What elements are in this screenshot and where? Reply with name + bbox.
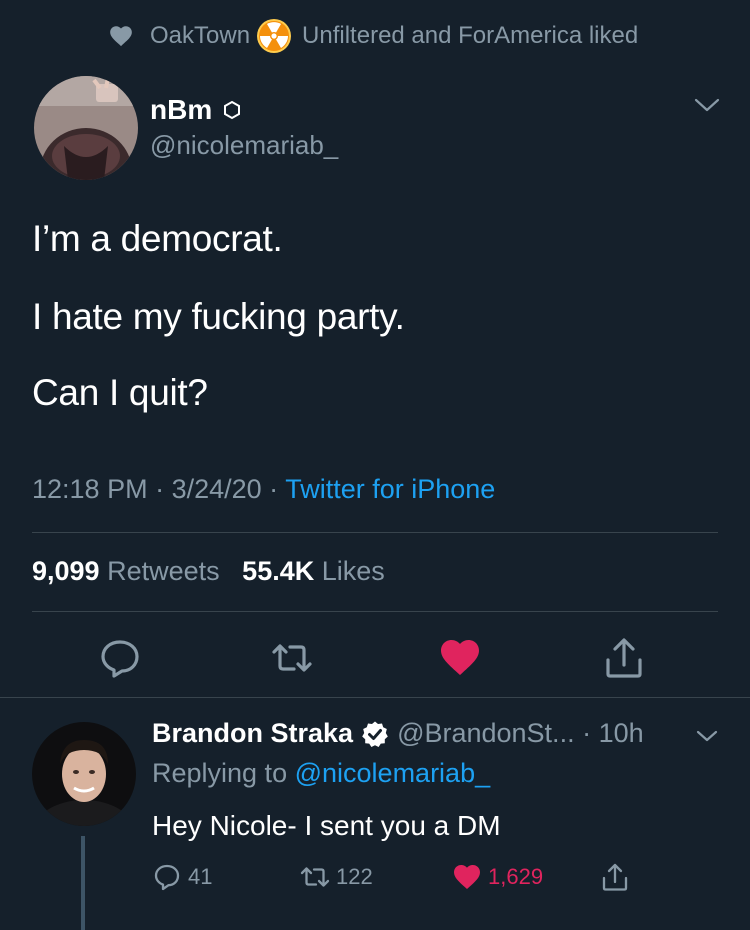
reply-retweet-button[interactable]: 122 bbox=[300, 862, 373, 892]
social-context: OakTown Unfiltered and ForAmerica liked bbox=[108, 18, 638, 54]
reply-text: Hey Nicole- I sent you a DM bbox=[152, 810, 501, 841]
reply-author-handle[interactable]: @BrandonSt... bbox=[397, 718, 575, 749]
radiation-hazard-icon bbox=[257, 19, 292, 53]
divider bbox=[32, 611, 718, 612]
tweet-author-handle[interactable]: @nicolemariab_ bbox=[150, 130, 338, 161]
retweets-stat[interactable]: 9,099 Retweets bbox=[32, 556, 220, 586]
tweet-source-link[interactable]: Twitter for iPhone bbox=[285, 474, 495, 504]
verified-badge-icon bbox=[362, 721, 388, 747]
chevron-down-icon[interactable] bbox=[692, 94, 722, 116]
retweet-button[interactable] bbox=[270, 636, 314, 680]
chevron-down-icon[interactable] bbox=[694, 727, 720, 745]
heart-icon bbox=[110, 26, 132, 47]
display-name[interactable]: nBm bbox=[150, 94, 212, 126]
replying-prefix: Replying to bbox=[152, 758, 288, 788]
divider bbox=[0, 697, 750, 698]
tweet-text-line: I hate my fucking party. bbox=[32, 296, 405, 337]
like-count: 1,629 bbox=[488, 864, 544, 889]
likes-stat[interactable]: 55.4K Likes bbox=[242, 556, 385, 586]
like-button[interactable] bbox=[438, 636, 482, 680]
divider bbox=[32, 532, 718, 533]
share-icon bbox=[606, 638, 642, 678]
tweet-meta: 12:18 PM · 3/24/20 · Twitter for iPhone bbox=[32, 474, 496, 504]
avatar[interactable] bbox=[32, 722, 136, 826]
likes-count: 55.4K bbox=[242, 556, 315, 586]
avatar[interactable] bbox=[34, 76, 138, 180]
reply-icon bbox=[101, 640, 139, 678]
heart-icon bbox=[441, 640, 479, 675]
share-button[interactable] bbox=[602, 636, 646, 680]
retweets-label: Retweets bbox=[107, 556, 220, 586]
tweet-stats: 9,099 Retweets 55.4K Likes bbox=[32, 556, 385, 587]
protected-badge-icon bbox=[224, 100, 241, 120]
replying-to: Replying to @nicolemariab_ bbox=[152, 758, 490, 789]
retweet-icon bbox=[300, 867, 330, 887]
replying-to-handle[interactable]: @nicolemariab_ bbox=[295, 758, 491, 788]
thread-line bbox=[81, 836, 85, 930]
reply-author-name[interactable]: Brandon Straka bbox=[152, 718, 353, 749]
reply-icon bbox=[154, 864, 180, 891]
reply-reply-button[interactable]: 41 bbox=[152, 862, 212, 892]
tweet-author-name[interactable]: nBm bbox=[150, 94, 242, 126]
likes-label: Likes bbox=[321, 556, 385, 586]
context-rest-text: Unfiltered and ForAmerica liked bbox=[302, 22, 639, 49]
reply-header: Brandon Straka @BrandonSt... · 10h bbox=[152, 718, 644, 749]
retweet-count: 122 bbox=[336, 864, 373, 889]
reply-like-button[interactable]: 1,629 bbox=[452, 862, 543, 892]
reply-share-button[interactable] bbox=[600, 862, 636, 892]
retweet-icon bbox=[272, 644, 312, 672]
heart-icon bbox=[454, 865, 480, 889]
reply-time: 10h bbox=[598, 718, 644, 748]
tweet-date: 3/24/20 bbox=[171, 474, 262, 504]
retweets-count: 9,099 bbox=[32, 556, 100, 586]
share-icon bbox=[602, 863, 628, 891]
context-user-oaktown[interactable]: OakTown bbox=[150, 22, 250, 50]
tweet-time: 12:18 PM bbox=[32, 474, 148, 504]
tweet-text-line: Can I quit? bbox=[32, 372, 208, 413]
reply-count: 41 bbox=[188, 864, 213, 889]
reply-button[interactable] bbox=[98, 636, 142, 680]
tweet-text-line: I’m a democrat. bbox=[32, 218, 283, 259]
